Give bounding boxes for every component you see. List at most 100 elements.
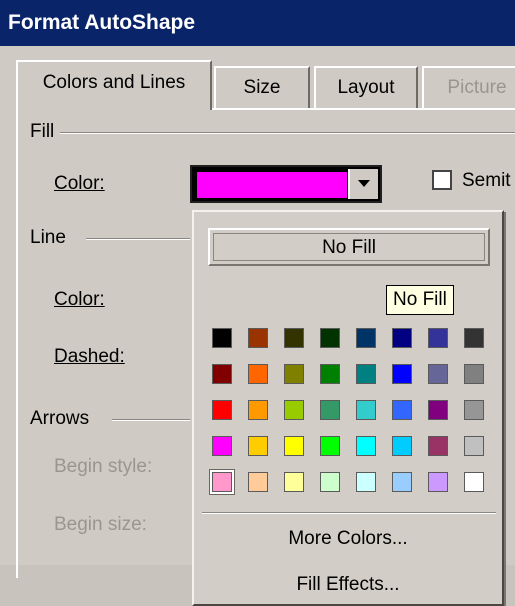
color-swatch-button[interactable] xyxy=(312,392,348,428)
color-swatch-button[interactable] xyxy=(348,320,384,356)
color-swatch-button[interactable] xyxy=(240,464,276,500)
color-swatch-button[interactable] xyxy=(456,356,492,392)
line-dashed-label: Dashed: xyxy=(54,346,125,368)
window-title-bar: Format AutoShape xyxy=(0,0,515,46)
color-swatch xyxy=(284,328,304,348)
color-swatch-button[interactable] xyxy=(348,464,384,500)
more-colors-button[interactable]: More Colors... xyxy=(194,528,502,550)
color-swatch-button[interactable] xyxy=(240,356,276,392)
color-swatch-button[interactable] xyxy=(456,428,492,464)
color-swatch-button[interactable] xyxy=(420,464,456,500)
color-swatch-button[interactable] xyxy=(456,320,492,356)
color-swatch-button[interactable] xyxy=(456,392,492,428)
color-swatch xyxy=(212,364,232,384)
color-swatch-button[interactable] xyxy=(204,356,240,392)
color-swatch-button[interactable] xyxy=(384,428,420,464)
color-swatch xyxy=(320,364,340,384)
dropdown-arrow-button[interactable] xyxy=(348,169,378,199)
color-swatch-button[interactable] xyxy=(312,320,348,356)
color-swatch-button[interactable] xyxy=(384,320,420,356)
fill-group-rule xyxy=(60,132,515,134)
color-swatch-button[interactable] xyxy=(276,428,312,464)
begin-style-label: Begin style: xyxy=(54,456,153,477)
color-swatch xyxy=(248,436,268,456)
color-swatch xyxy=(428,328,448,348)
color-swatch xyxy=(428,400,448,420)
color-swatch xyxy=(356,436,376,456)
color-swatch xyxy=(320,400,340,420)
color-swatch-button[interactable] xyxy=(204,428,240,464)
color-swatch-button[interactable] xyxy=(312,464,348,500)
color-swatch-button[interactable] xyxy=(348,356,384,392)
color-swatch-button[interactable] xyxy=(420,320,456,356)
color-swatch-button[interactable] xyxy=(384,464,420,500)
color-swatch-button[interactable] xyxy=(420,428,456,464)
no-fill-button-label: No Fill xyxy=(322,237,376,258)
color-swatch-button[interactable] xyxy=(420,392,456,428)
tab-colors-and-lines[interactable]: Colors and Lines xyxy=(16,60,212,110)
color-swatch xyxy=(356,400,376,420)
fill-effects-label: Fill Effects... xyxy=(296,574,400,595)
color-swatch-button[interactable] xyxy=(240,392,276,428)
line-color-label: Color: xyxy=(54,289,105,311)
semitransparent-checkbox[interactable] xyxy=(432,170,452,190)
color-swatch xyxy=(284,364,304,384)
color-swatch-button[interactable] xyxy=(240,428,276,464)
color-swatch xyxy=(248,472,268,492)
color-swatch xyxy=(248,364,268,384)
chevron-down-icon xyxy=(358,180,370,187)
color-swatch-button[interactable] xyxy=(276,320,312,356)
more-colors-label: More Colors... xyxy=(288,528,408,549)
color-swatch xyxy=(320,436,340,456)
color-swatch-button[interactable] xyxy=(276,356,312,392)
color-swatch xyxy=(464,364,484,384)
window-title: Format AutoShape xyxy=(8,11,196,34)
begin-size-label: Begin size: xyxy=(54,514,147,535)
popup-separator xyxy=(202,512,496,514)
fill-color-dropdown[interactable] xyxy=(190,165,382,203)
color-swatch-button[interactable] xyxy=(384,356,420,392)
color-swatch xyxy=(464,400,484,420)
tab-picture[interactable]: Picture xyxy=(422,66,515,108)
color-swatch xyxy=(464,436,484,456)
color-swatch xyxy=(284,436,304,456)
color-swatch-button[interactable] xyxy=(312,428,348,464)
color-swatch-button[interactable] xyxy=(204,392,240,428)
tab-layout[interactable]: Layout xyxy=(314,66,418,108)
color-swatch-button[interactable] xyxy=(420,356,456,392)
color-swatch-button[interactable] xyxy=(276,392,312,428)
tab-label: Size xyxy=(243,77,281,98)
color-swatch xyxy=(320,472,340,492)
color-swatch xyxy=(356,472,376,492)
color-swatch xyxy=(212,328,232,348)
no-fill-button[interactable]: No Fill xyxy=(208,228,490,266)
color-swatch xyxy=(210,470,234,494)
no-fill-tooltip: No Fill xyxy=(386,285,454,315)
color-swatch-button[interactable] xyxy=(204,464,240,500)
tab-size[interactable]: Size xyxy=(214,66,310,108)
color-swatch xyxy=(356,364,376,384)
line-dashed-label-text: Dashed: xyxy=(54,346,125,367)
fill-color-label: Color: xyxy=(54,173,105,195)
line-group-rule xyxy=(86,238,190,240)
color-swatch xyxy=(392,328,412,348)
color-swatch-button[interactable] xyxy=(204,320,240,356)
fill-effects-button[interactable]: Fill Effects... xyxy=(194,574,502,596)
color-swatch xyxy=(284,472,304,492)
color-swatch-button[interactable] xyxy=(348,392,384,428)
color-swatch xyxy=(320,328,340,348)
color-swatch xyxy=(284,400,304,420)
line-color-label-text: Color: xyxy=(54,289,105,310)
color-swatch-button[interactable] xyxy=(312,356,348,392)
tab-label: Layout xyxy=(337,77,395,98)
tab-label: Colors and Lines xyxy=(42,72,186,93)
color-swatch-button[interactable] xyxy=(384,392,420,428)
color-swatch-button[interactable] xyxy=(456,464,492,500)
color-swatch xyxy=(392,436,412,456)
color-swatch xyxy=(356,328,376,348)
color-swatch-button[interactable] xyxy=(276,464,312,500)
color-swatch xyxy=(212,400,232,420)
color-swatch-button[interactable] xyxy=(348,428,384,464)
color-swatch-button[interactable] xyxy=(240,320,276,356)
color-swatch xyxy=(464,472,484,492)
